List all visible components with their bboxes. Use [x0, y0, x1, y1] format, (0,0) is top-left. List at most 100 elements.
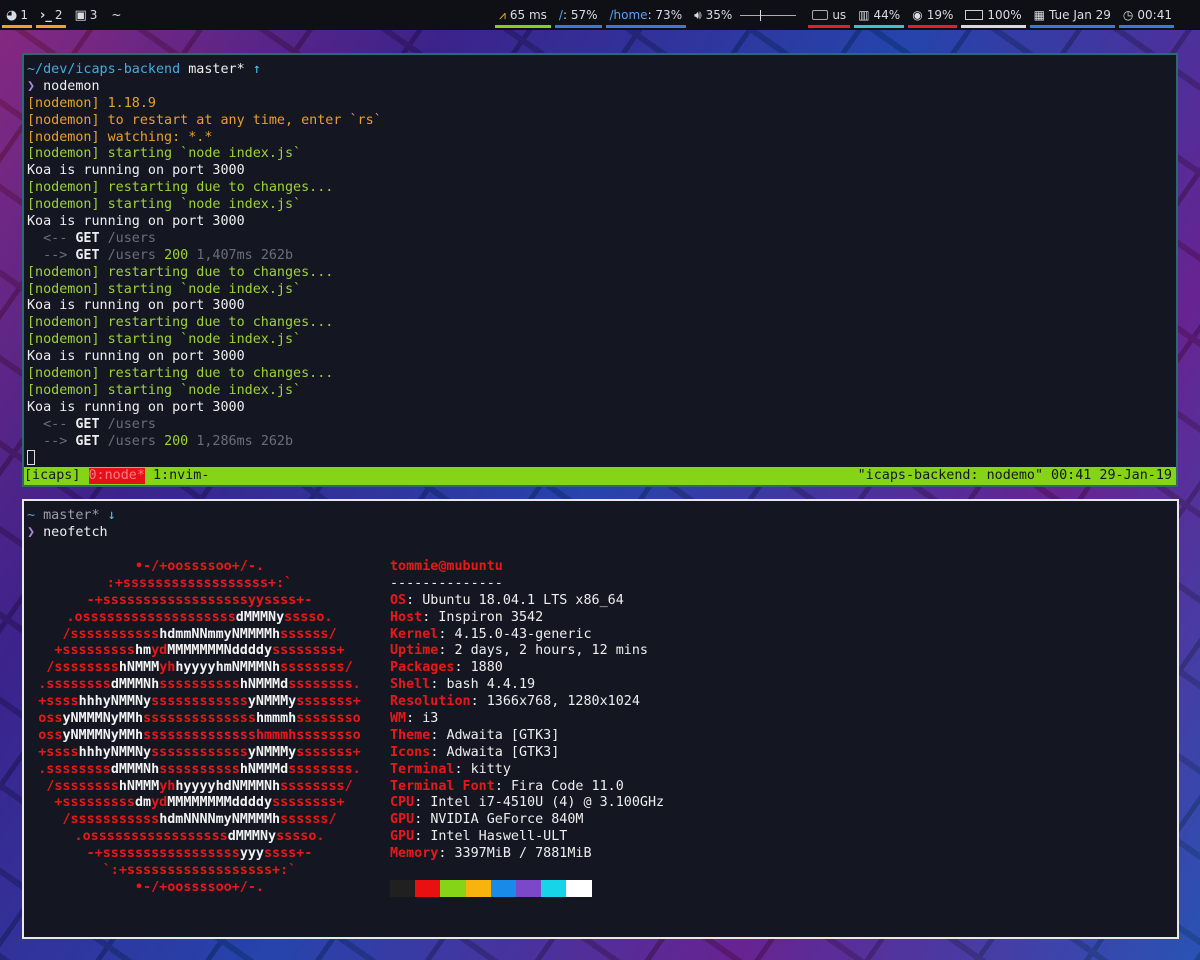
- volume-slider[interactable]: [740, 9, 797, 21]
- request-path: /users: [107, 416, 156, 432]
- logo-row: :+ssssssssssssssssss+:`: [27, 576, 372, 593]
- output-line: Koa is running on port 3000: [27, 298, 1173, 315]
- speaker-icon: 🔊︎: [694, 7, 702, 22]
- logo-segment: yd: [151, 643, 168, 659]
- output-text: [nodemon] starting `node index.js`: [27, 382, 302, 398]
- workspace-2[interactable]: ›_ 2: [34, 0, 69, 30]
- output-line: [nodemon] restarting due to changes...: [27, 265, 1173, 282]
- home-fs-value: : 73%: [647, 8, 683, 22]
- root-fs-underline: [554, 25, 602, 28]
- logo-segment: dMMMNh: [110, 677, 160, 693]
- logo-row: /ssssssssssshdmNNNNmyNMMMMhssssss/: [27, 812, 372, 829]
- logo-segment: yNMMMNyMMh: [62, 727, 144, 743]
- logo-segment: ssssssso: [296, 711, 361, 727]
- info-value: Intel Haswell-ULT: [430, 829, 568, 845]
- logo-row: -+sssssssssssssssssyyyssss+-: [27, 846, 372, 863]
- keyboard-layout-widget[interactable]: us: [806, 0, 852, 30]
- tmux-status-bar: [icaps] 0:node* 1:nvim- "icaps-backend: …: [24, 467, 1176, 485]
- home-fs-widget[interactable]: /home: 73%: [604, 0, 689, 30]
- output-text: Koa is running on port 3000: [27, 214, 245, 230]
- output-text: [nodemon] restarting due to changes...: [27, 264, 334, 280]
- output-line: [nodemon] starting `node index.js`: [27, 282, 1173, 299]
- git-branch: master*: [43, 508, 100, 523]
- volume-widget[interactable]: 🔊︎ 35%: [688, 0, 806, 30]
- info-value: kitty: [470, 761, 511, 777]
- status-widgets: ⩘ 65 ms /: 57% /home: 73% 🔊︎ 35% us ▥ 44…: [493, 0, 1200, 30]
- logo-segment: ssssssssssss: [151, 694, 248, 710]
- info-line: Host: Inspiron 3542: [390, 609, 544, 625]
- logo-segment: hNMMMd: [239, 761, 289, 777]
- response-size: 262b: [260, 433, 294, 449]
- color-swatch: [440, 880, 466, 897]
- logo-segment: yNMMMy: [247, 744, 297, 760]
- terminal-window-neofetch[interactable]: ~ master* ↓ ❯ neofetch •-/+oossssoo+/-.:…: [22, 499, 1179, 939]
- color-swatch: [566, 880, 592, 897]
- user-host-line: tommie@mubuntu: [390, 559, 664, 576]
- output-line: [nodemon] restarting due to changes...: [27, 366, 1173, 383]
- logo-segment: dMMMNy: [235, 609, 285, 625]
- logo-segment: -+sssssssssssssssss: [86, 846, 240, 862]
- workspace-1[interactable]: ◕ 1: [0, 0, 34, 30]
- info-value: 1366x768, 1280x1024: [486, 694, 640, 710]
- http-method: GET: [75, 433, 100, 449]
- color-swatch: [515, 880, 542, 897]
- output-line: [nodemon] to restart at any time, enter …: [27, 113, 1173, 130]
- volume-slider-knob[interactable]: [759, 9, 761, 21]
- tmux-status-right: "icaps-backend: nodemo" 00:41 29-Jan-19: [857, 467, 1172, 483]
- system-info: tommie@mubuntu -------------- OS: Ubuntu…: [390, 559, 664, 863]
- info-value: NVIDIA GeForce 840M: [430, 812, 584, 828]
- output-text: Koa is running on port 3000: [27, 349, 245, 365]
- response-size: 262b: [260, 247, 294, 263]
- logo-segment: dm: [135, 795, 152, 811]
- logo-segment: ssssssss.: [288, 677, 361, 693]
- logo-segment: oss: [38, 711, 63, 727]
- logo-segment: ssssssss/: [280, 778, 353, 794]
- output-line: [nodemon] 1.18.9: [27, 96, 1173, 113]
- http-method: GET: [75, 230, 100, 246]
- prompt-char: ❯: [27, 78, 36, 94]
- briefcase-icon: ▣: [74, 7, 87, 23]
- logo-row: /sssssssshNMMMyhhyyyyhdNMMMNhssssssss/: [27, 779, 372, 796]
- logo-segment: ssssssss+: [272, 795, 345, 811]
- info-value: Adwaita [GTK3]: [446, 727, 560, 743]
- root-fs-widget[interactable]: /: 57%: [553, 0, 604, 30]
- brain-icon: ◉: [912, 8, 923, 22]
- tmux-window-other[interactable]: 1:nvim-: [153, 468, 209, 485]
- prompt-line: ~ master* ↓: [27, 508, 1174, 525]
- http-status: 200: [164, 433, 189, 449]
- logo-segment: yyy: [239, 846, 264, 862]
- terminal-window-nodemon[interactable]: ~/dev/icaps-backend master* ↑ ❯ nodemon …: [22, 53, 1178, 487]
- logo-row: ossyNMMMNyMMhsssssssssssssshmmmhssssssso: [27, 728, 372, 745]
- ping-widget[interactable]: ⩘ 65 ms: [493, 0, 553, 30]
- battery-widget[interactable]: 100%: [959, 0, 1027, 30]
- workspace-3[interactable]: ▣ 3: [68, 0, 103, 30]
- cpu-widget[interactable]: ◉ 19%: [906, 0, 959, 30]
- tmux-window-current[interactable]: 0:node*: [88, 467, 145, 485]
- output-line: Koa is running on port 3000: [27, 163, 1173, 180]
- user-host: tommie@mubuntu: [390, 559, 503, 574]
- output-text: Koa is running on port 3000: [27, 298, 245, 314]
- logo-row: .osssssssssssssssssdMMMNysssso.: [27, 829, 372, 846]
- clock-widget[interactable]: ◷ 00:41: [1117, 0, 1200, 30]
- top-bar: ◕ 1 ›_ 2 ▣ 3 ~ ⩘ 65 ms /: 57% /home: 73%…: [0, 0, 1200, 30]
- logo-segment: /ssssssss: [46, 660, 119, 676]
- prompt-char: ❯: [27, 524, 36, 540]
- response-time: 1,286ms: [196, 433, 253, 449]
- info-label: Kernel: [390, 626, 439, 642]
- info-value: i3: [422, 711, 439, 727]
- info-line: Uptime: 2 days, 2 hours, 12 mins: [390, 643, 648, 659]
- info-value: Inspiron 3542: [438, 609, 544, 625]
- memory-widget[interactable]: ▥ 44%: [852, 0, 906, 30]
- output-line: [nodemon] starting `node index.js`: [27, 383, 1173, 400]
- home-fs-underline: [605, 25, 687, 28]
- time-value: 00:41: [1137, 8, 1172, 22]
- date-widget[interactable]: ▦ Tue Jan 29: [1028, 0, 1117, 30]
- logo-row: .osssssssssssssssssssdMMMNysssso.: [27, 610, 372, 627]
- command: neofetch: [43, 524, 108, 540]
- output-text: [nodemon] to restart at any time, enter …: [27, 112, 382, 128]
- response-time: 1,407ms: [196, 247, 253, 263]
- output-text: [nodemon] restarting due to changes...: [27, 315, 334, 331]
- date-underline: [1029, 25, 1115, 28]
- scratchpad-indicator[interactable]: ~: [103, 8, 129, 22]
- logo-segment: dMMMNy: [227, 829, 277, 845]
